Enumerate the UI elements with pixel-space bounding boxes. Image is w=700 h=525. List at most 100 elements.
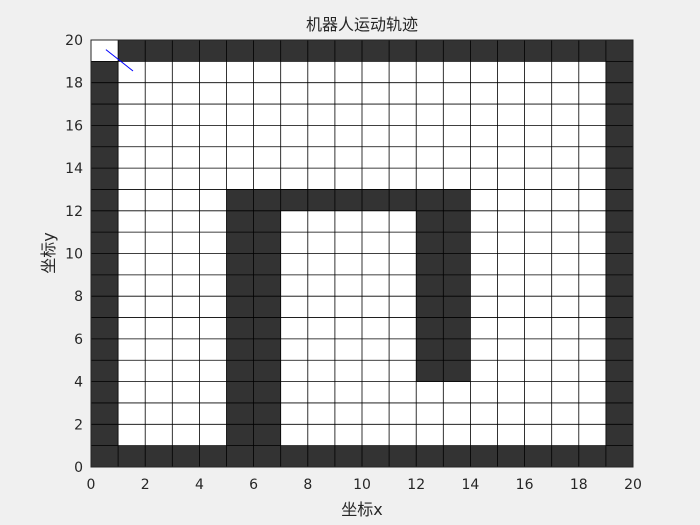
y-tick-label: 20 (65, 33, 83, 49)
obstacle-cell (91, 232, 119, 254)
x-axis-title: 坐标x (341, 500, 382, 519)
obstacle-cell (605, 104, 633, 126)
obstacle-cell (443, 40, 471, 62)
obstacle-cell (416, 445, 444, 467)
obstacle-cell (253, 317, 281, 339)
obstacle-cell (226, 445, 254, 467)
x-tick-label: 4 (195, 477, 204, 493)
y-axis-title: 坐标y (39, 232, 58, 273)
obstacle-cell (226, 360, 254, 382)
obstacle-cell (91, 125, 119, 147)
obstacle-cell (578, 445, 606, 467)
obstacle-cell (389, 189, 417, 211)
y-tick-label: 10 (65, 247, 83, 263)
obstacle-cell (253, 40, 281, 62)
obstacle-cell (172, 445, 200, 467)
obstacle-cell (443, 253, 471, 275)
chart-svg: 0 2 4 6 8 10 12 14 16 18 20 0 2 4 6 8 10 12 14 16 18 20 机器人运… (39, 15, 642, 519)
obstacle-cell (605, 61, 633, 83)
x-tick-label: 16 (516, 477, 534, 493)
obstacle-cell (605, 189, 633, 211)
obstacle-cell (91, 104, 119, 126)
obstacle-cell (605, 232, 633, 254)
obstacle-cell (362, 40, 390, 62)
x-tick-label: 2 (141, 477, 150, 493)
obstacle-cell (91, 168, 119, 190)
obstacle-cell (443, 274, 471, 297)
x-tick-label: 20 (624, 477, 642, 493)
obstacle-cell (334, 445, 362, 467)
obstacle-cell (605, 402, 633, 425)
obstacle-cell (605, 210, 633, 233)
obstacle-cell (91, 146, 119, 169)
x-tick-label: 0 (87, 477, 96, 493)
x-tick-label: 8 (303, 477, 312, 493)
obstacle-cell (605, 82, 633, 105)
obstacle-cell (253, 210, 281, 233)
obstacle-cell (118, 40, 146, 62)
y-tick-label: 18 (65, 76, 83, 92)
obstacle-cell (416, 296, 444, 318)
obstacle-cell (416, 360, 444, 382)
obstacle-cell (307, 445, 335, 467)
obstacle-cell (145, 445, 173, 467)
obstacle-cell (91, 360, 119, 382)
x-tick-label: 10 (353, 477, 371, 493)
obstacle-cell (253, 253, 281, 275)
obstacle-cell (226, 381, 254, 403)
obstacle-cell (91, 274, 119, 297)
y-tick-label: 0 (74, 460, 83, 476)
obstacle-cell (443, 317, 471, 339)
obstacle-cell (91, 424, 119, 446)
obstacle-cell (551, 40, 579, 62)
obstacle-cell (443, 232, 471, 254)
obstacle-cell (226, 274, 254, 297)
obstacle-cell (226, 338, 254, 361)
obstacle-cell (307, 40, 335, 62)
obstacle-cell (226, 317, 254, 339)
obstacle-cell (91, 381, 119, 403)
obstacle-cell (605, 274, 633, 297)
obstacle-cell (443, 338, 471, 361)
obstacle-cell (416, 253, 444, 275)
obstacle-cell (470, 445, 498, 467)
obstacle-cell (443, 296, 471, 318)
obstacle-cell (226, 296, 254, 318)
y-axis-ticks: 0 2 4 6 8 10 12 14 16 18 20 (65, 33, 83, 476)
obstacle-cell (145, 40, 173, 62)
obstacle-cell (307, 189, 335, 211)
x-tick-label: 14 (461, 477, 479, 493)
obstacle-cell (605, 360, 633, 382)
obstacle-cell (524, 40, 552, 62)
y-tick-label: 12 (65, 204, 83, 220)
obstacle-cell (226, 402, 254, 425)
y-tick-label: 14 (65, 161, 83, 177)
obstacle-cell (389, 445, 417, 467)
obstacle-cell (91, 82, 119, 105)
obstacle-cell (605, 296, 633, 318)
y-tick-label: 6 (74, 332, 83, 348)
obstacle-cell (226, 232, 254, 254)
obstacle-cell (416, 40, 444, 62)
obstacle-cell (443, 445, 471, 467)
obstacle-cell (199, 445, 227, 467)
obstacle-cell (416, 317, 444, 339)
x-axis-ticks: 0 2 4 6 8 10 12 14 16 18 20 (87, 477, 642, 493)
obstacle-cell (226, 210, 254, 233)
obstacle-cell (91, 253, 119, 275)
obstacle-cell (551, 445, 579, 467)
obstacle-cell (226, 253, 254, 275)
obstacle-cell (280, 40, 308, 62)
obstacle-cell (416, 274, 444, 297)
obstacle-cell (497, 40, 525, 62)
obstacle-cell (443, 210, 471, 233)
obstacle-cell (605, 424, 633, 446)
obstacle-cell (280, 189, 308, 211)
obstacle-cell (226, 40, 254, 62)
x-tick-label: 12 (407, 477, 425, 493)
obstacle-cell (253, 381, 281, 403)
obstacle-cell (605, 168, 633, 190)
obstacle-cell (91, 210, 119, 233)
obstacle-cell (416, 210, 444, 233)
obstacle-cell (253, 402, 281, 425)
